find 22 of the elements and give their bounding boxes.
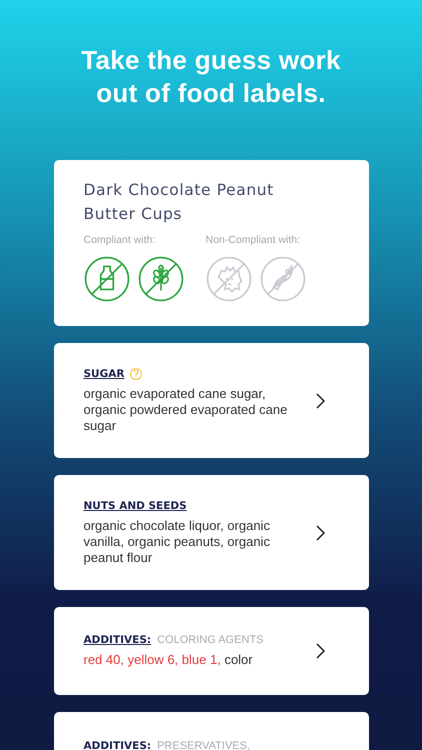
ingredient-list: red 40, yellow 6, blue 1, color — [84, 652, 300, 668]
chevron-right-icon — [314, 524, 324, 540]
dairy-free-icon — [84, 256, 130, 302]
category-title: SUGAR — [84, 368, 124, 380]
help-icon[interactable] — [130, 368, 142, 380]
non-compliant-label: Non-Compliant with: — [206, 234, 302, 246]
category-title: NUTS AND SEEDS — [84, 500, 187, 512]
ingredient-list: organic chocolate liquor, organic vanilla, organic peanuts, organic peanut flour — [84, 518, 300, 566]
ingredient-card[interactable]: ADDITIVES: COLORING AGENTS red 40, yellow 6, blue 1, color — [54, 607, 368, 695]
gluten-free-icon — [138, 256, 184, 302]
ingredient-card[interactable]: SUGAR organic evaporated cane sugar, organic powdered evaporated cane sugar — [54, 343, 368, 458]
ingredient-list: organic evaporated cane sugar, organic powdered evaporated cane sugar — [84, 386, 300, 434]
subcategory-label: COLORING AGENTS — [157, 634, 264, 646]
chevron-right-icon — [314, 643, 324, 659]
soy-free-icon — [260, 256, 306, 302]
headline: Take the guess work out of food labels. — [80, 44, 342, 110]
category-title: ADDITIVES: — [84, 740, 152, 750]
chevron-right-icon — [314, 392, 324, 408]
ingredient-card[interactable]: NUTS AND SEEDS organic chocolate liquor, organic vanilla, organic peanuts, organic peanut flour — [54, 475, 368, 590]
compliant-label: Compliant with: — [84, 234, 156, 246]
category-title: ADDITIVES: — [84, 634, 152, 646]
product-name: Dark Chocolate Peanut Butter Cups — [84, 180, 275, 225]
